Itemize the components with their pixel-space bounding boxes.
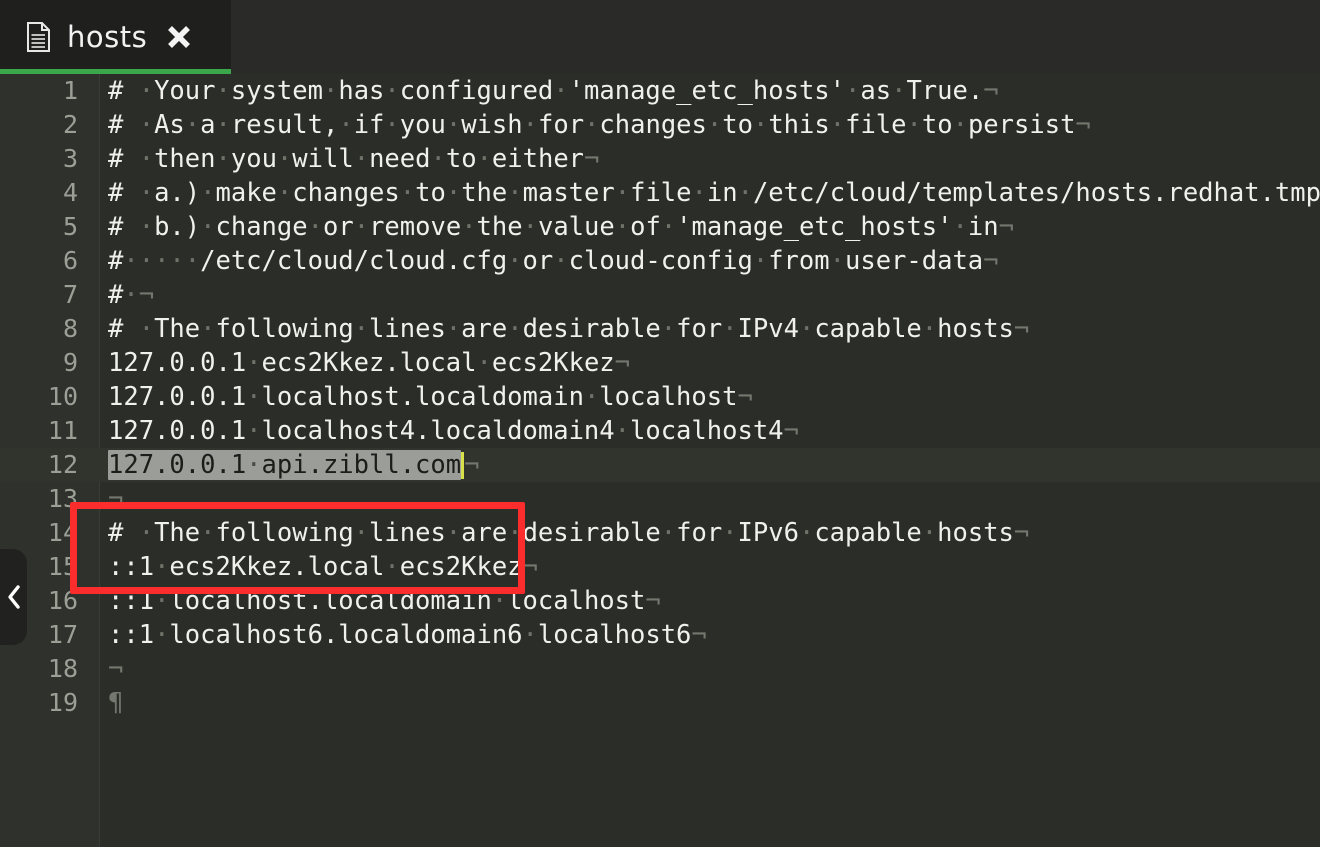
code-line[interactable]: 14 # ·The·following·lines·are·desirable·… — [0, 516, 1320, 550]
code-line[interactable]: 17 ::1·localhost6.localdomain6·localhost… — [0, 618, 1320, 652]
code-line[interactable]: 5 # ·b.)·change·or·remove·the·value·of·'… — [0, 210, 1320, 244]
line-number: 19 — [47, 688, 78, 717]
line-text: ¶ — [108, 688, 124, 718]
code-line[interactable]: 18 ¬ — [0, 652, 1320, 686]
line-number: 2 — [62, 110, 78, 139]
line-number: 14 — [47, 518, 78, 547]
line-text: # ·then·you·will·need·to·either¬ — [108, 144, 600, 174]
code-line[interactable]: 11 127.0.0.1·localhost4.localdomain4·loc… — [0, 414, 1320, 448]
line-number: 18 — [47, 654, 78, 683]
line-number: 4 — [62, 178, 78, 207]
code-line[interactable]: 13 ¬ — [0, 482, 1320, 516]
sidebar-collapse-handle[interactable] — [0, 549, 27, 645]
line-number: 12 — [47, 450, 78, 479]
line-text: #·····/etc/cloud/cloud.cfg·or·cloud-conf… — [108, 246, 999, 276]
selected-text: 127.0.0.1·api.zibll.com — [108, 450, 462, 480]
line-text: ::1·localhost6.localdomain6·localhost6¬ — [108, 620, 707, 650]
line-text: # ·a.)·make·changes·to·the·master·file·i… — [108, 178, 1320, 208]
line-text: ¬ — [108, 484, 124, 514]
close-icon[interactable] — [165, 23, 193, 51]
line-number: 11 — [47, 416, 78, 445]
code-line[interactable]: 9 127.0.0.1·ecs2Kkez.local·ecs2Kkez¬ — [0, 346, 1320, 380]
tab-title: hosts — [67, 20, 148, 54]
code-line[interactable]: 7 #·¬ — [0, 278, 1320, 312]
line-number: 13 — [47, 484, 78, 513]
line-number: 3 — [62, 144, 78, 173]
code-line[interactable]: 19 ¶ — [0, 686, 1320, 720]
chevron-left-icon — [6, 584, 22, 610]
line-text: # ·Your·system·has·configured·'manage_et… — [108, 76, 999, 106]
line-text: # ·b.)·change·or·remove·the·value·of·'ma… — [108, 212, 1014, 242]
line-number: 6 — [62, 246, 78, 275]
line-number: 8 — [62, 314, 78, 343]
line-text: # ·As·a·result,·if·you·wish·for·changes·… — [108, 110, 1091, 140]
code-line[interactable]: 16 ::1·localhost.localdomain·localhost¬ — [0, 584, 1320, 618]
code-line[interactable]: 2 # ·As·a·result,·if·you·wish·for·change… — [0, 108, 1320, 142]
line-text: 127.0.0.1·ecs2Kkez.local·ecs2Kkez¬ — [108, 348, 631, 378]
line-text: 127.0.0.1·localhost4.localdomain4·localh… — [108, 416, 799, 446]
line-text: # ·The·following·lines·are·desirable·for… — [108, 518, 1030, 548]
tab-hosts[interactable]: hosts — [0, 0, 231, 74]
tab-bar: hosts — [0, 0, 1320, 74]
line-number: 7 — [62, 280, 78, 309]
line-number: 1 — [62, 76, 78, 105]
line-text: 127.0.0.1·localhost.localdomain·localhos… — [108, 382, 753, 412]
code-editor[interactable]: 1 # ·Your·system·has·configured·'manage_… — [0, 74, 1320, 847]
code-line[interactable]: 15 ::1·ecs2Kkez.local·ecs2Kkez¬ — [0, 550, 1320, 584]
line-number: 10 — [47, 382, 78, 411]
document-icon — [26, 22, 51, 52]
line-text: #·¬ — [108, 280, 155, 310]
code-line-current[interactable]: 12 127.0.0.1·api.zibll.com ¬ — [0, 448, 1320, 482]
code-line[interactable]: 10 127.0.0.1·localhost.localdomain·local… — [0, 380, 1320, 414]
code-line[interactable]: 4 # ·a.)·make·changes·to·the·master·file… — [0, 176, 1320, 210]
code-content[interactable]: 1 # ·Your·system·has·configured·'manage_… — [0, 74, 1320, 847]
line-text: ¬ — [108, 654, 124, 684]
code-line[interactable]: 3 # ·then·you·will·need·to·either¬ — [0, 142, 1320, 176]
line-text: ::1·localhost.localdomain·localhost¬ — [108, 586, 661, 616]
line-number: 5 — [62, 212, 78, 241]
line-number: 9 — [62, 348, 78, 377]
code-line[interactable]: 8 # ·The·following·lines·are·desirable·f… — [0, 312, 1320, 346]
line-text: # ·The·following·lines·are·desirable·for… — [108, 314, 1030, 344]
line-text: 127.0.0.1·api.zibll.com ¬ — [108, 450, 480, 480]
code-line[interactable]: 6 #·····/etc/cloud/cloud.cfg·or·cloud-co… — [0, 244, 1320, 278]
code-line[interactable]: 1 # ·Your·system·has·configured·'manage_… — [0, 74, 1320, 108]
line-text: ::1·ecs2Kkez.local·ecs2Kkez¬ — [108, 552, 538, 582]
editor-window: hosts 1 # ·Your·system·has·configured·'m… — [0, 0, 1320, 847]
